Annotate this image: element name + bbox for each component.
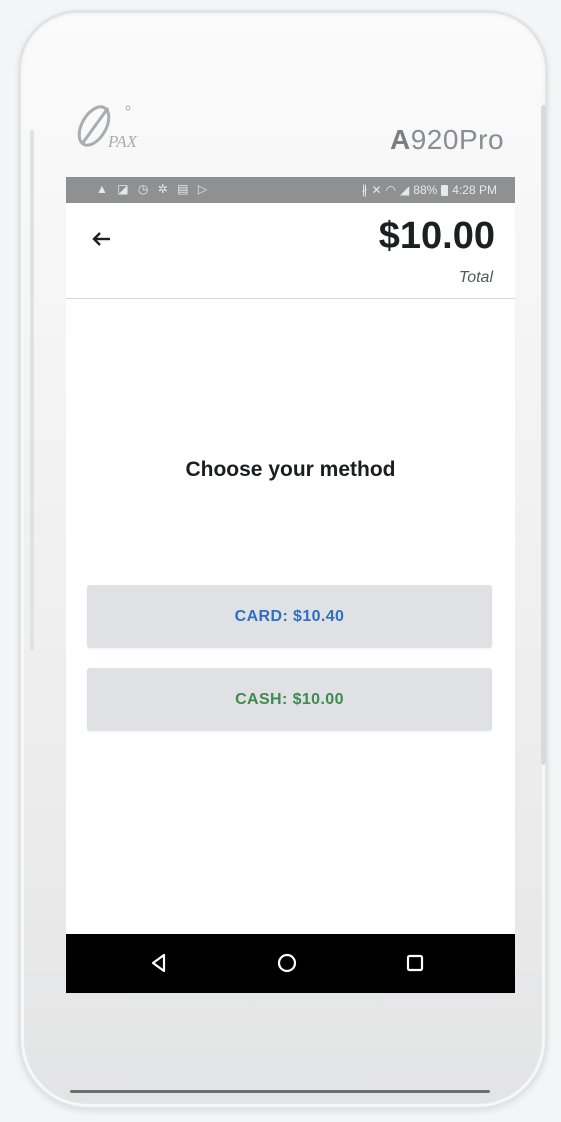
mute-icon: ✕ xyxy=(371,183,382,197)
battery-percent: 88% xyxy=(413,183,438,197)
clipboard-icon: ▤ xyxy=(177,182,192,196)
choose-method-prompt: Choose your method xyxy=(185,458,396,481)
pax-logo-text: PAX xyxy=(107,132,138,151)
settings-icon: ✲ xyxy=(157,182,171,196)
model-suffix: 920Pro xyxy=(410,124,505,155)
back-icon[interactable] xyxy=(144,948,174,978)
cash-button-label: CASH: $10.00 xyxy=(235,690,344,708)
device-bottom-seam xyxy=(70,1090,490,1093)
wifi-icon: ◠ xyxy=(385,183,397,197)
battery-icon xyxy=(441,184,449,196)
cash-payment-button[interactable]: CASH: $10.00 xyxy=(87,668,492,731)
system-status: ∦ ✕ ◠ ◢ 88% 4:28 PM xyxy=(361,183,497,197)
total-amount: $10.00 xyxy=(378,215,495,257)
notification-icons: ▲ ◪ ◷ ✲ ▤ ▷ xyxy=(96,182,210,196)
card-button-label: CARD: $10.40 xyxy=(234,607,345,625)
status-bar: ▲ ◪ ◷ ✲ ▤ ▷ ∦ ✕ ◠ ◢ 88% 4:28 PM xyxy=(66,177,515,203)
total-label: Total xyxy=(458,269,493,286)
device-side-button xyxy=(541,105,546,765)
signal-icon: ◢ xyxy=(400,183,410,197)
model-prefix: A xyxy=(390,124,411,155)
bluetooth-icon: ∦ xyxy=(361,183,368,197)
warning-icon: ▲ xyxy=(96,182,111,196)
recents-icon[interactable] xyxy=(400,948,430,978)
home-icon[interactable] xyxy=(272,948,302,978)
pax-logo-icon: PAX xyxy=(77,105,138,151)
terminal-screen: ▲ ◪ ◷ ✲ ▤ ▷ ∦ ✕ ◠ ◢ 88% 4:28 PM $10.00 T… xyxy=(66,177,515,993)
play-icon: ▷ xyxy=(197,182,211,196)
sync-icon: ◷ xyxy=(137,182,152,196)
back-arrow-icon[interactable] xyxy=(88,223,120,255)
android-nav-bar xyxy=(66,934,515,993)
device-side-edge xyxy=(30,130,34,650)
card-payment-button[interactable]: CARD: $10.40 xyxy=(87,585,492,648)
header: $10.00 Total xyxy=(66,203,515,299)
screen-icon: ◪ xyxy=(117,182,132,196)
model-label: A920Pro xyxy=(390,124,504,156)
clock: 4:28 PM xyxy=(452,183,497,197)
